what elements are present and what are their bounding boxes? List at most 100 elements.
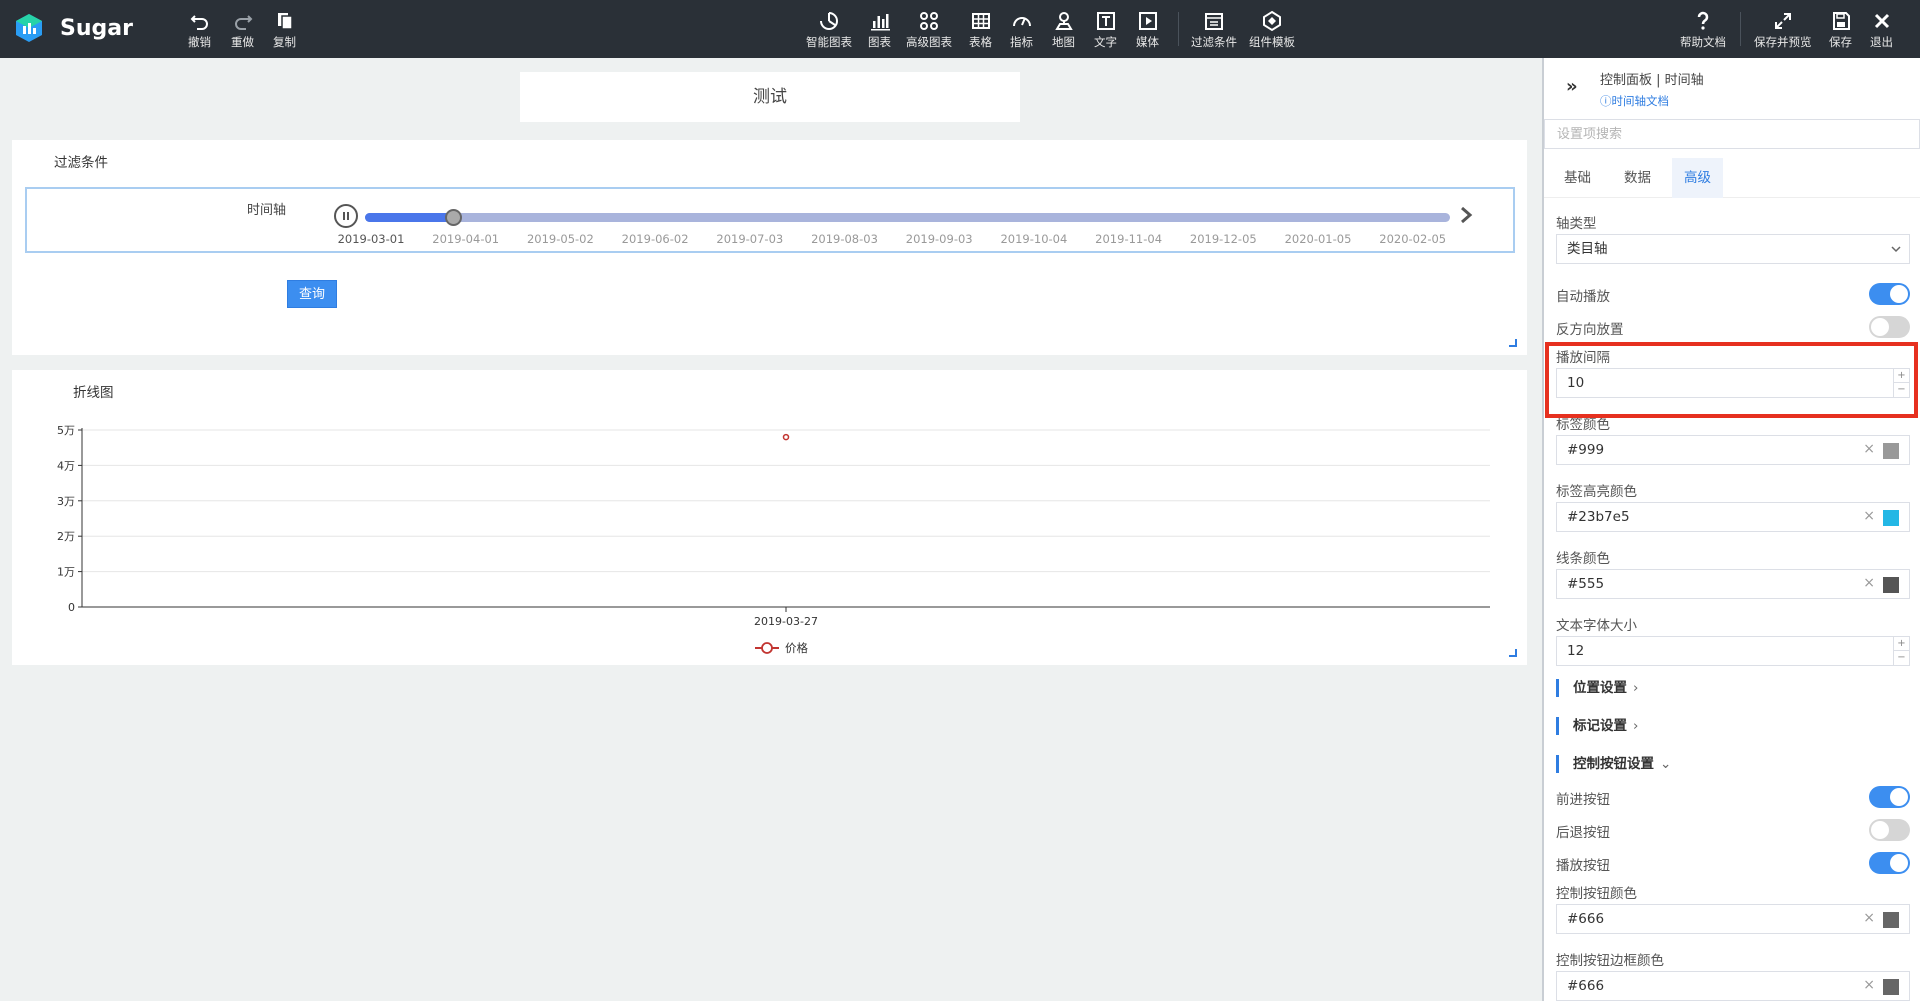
marker-settings-section[interactable]: 标记设置 › — [1556, 717, 1638, 735]
control-border-color-input[interactable] — [1557, 972, 1847, 1000]
timeline-tick-label[interactable]: 2020-01-05 — [1285, 232, 1352, 246]
control-color-swatch[interactable] — [1883, 912, 1899, 928]
line-color-swatch[interactable] — [1883, 577, 1899, 593]
resize-handle[interactable] — [1509, 339, 1517, 347]
top-toolbar: Sugar 撤销 重做 复制 智能图表 图表 高级图表 表格 指标 地图 文字 — [0, 0, 1920, 58]
save-button[interactable]: 保存 — [1829, 10, 1852, 50]
label-color-swatch[interactable] — [1883, 443, 1899, 459]
expand-icon — [1774, 13, 1791, 29]
y-tick-label: 5万 — [57, 424, 75, 437]
clear-icon[interactable]: × — [1863, 575, 1875, 591]
backward-button-label: 后退按钮 — [1556, 825, 1610, 841]
text-button[interactable]: 文字 — [1094, 10, 1117, 50]
label-highlight-color-input[interactable] — [1557, 503, 1847, 531]
timeline-tick-label[interactable]: 2019-10-04 — [1000, 232, 1067, 246]
axis-type-value: 类目轴 — [1567, 241, 1608, 257]
clear-icon[interactable]: × — [1863, 441, 1875, 457]
filter-card[interactable]: 过滤条件 时间轴 2019-03-01 2019-04-01 2019-05-02 2… — [12, 140, 1527, 355]
resize-handle[interactable] — [1509, 649, 1517, 657]
undo-button[interactable]: 撤销 — [188, 10, 211, 50]
position-settings-label: 位置设置 — [1573, 680, 1627, 696]
template-button[interactable]: 组件模板 — [1249, 10, 1295, 50]
label-highlight-color-field[interactable]: × — [1556, 502, 1910, 532]
next-arrow-icon[interactable] — [1459, 206, 1473, 224]
timeline-tick-label[interactable]: 2019-06-02 — [622, 232, 689, 246]
clear-icon[interactable]: × — [1863, 977, 1875, 993]
label-color-field[interactable]: × — [1556, 435, 1910, 465]
metric-label: 指标 — [1010, 35, 1033, 49]
autoplay-toggle[interactable] — [1869, 283, 1910, 305]
pause-button[interactable] — [334, 204, 358, 228]
forward-button-toggle[interactable] — [1869, 786, 1910, 808]
filter-icon — [1205, 13, 1223, 30]
media-button[interactable]: 媒体 — [1136, 10, 1159, 50]
metric-button[interactable]: 指标 — [1010, 10, 1033, 50]
clear-icon[interactable]: × — [1863, 910, 1875, 926]
settings-search-input[interactable] — [1544, 119, 1920, 149]
backward-button-toggle[interactable] — [1869, 819, 1910, 841]
control-settings-section[interactable]: 控制按钮设置 ⌄ — [1556, 755, 1671, 773]
help-label: 帮助文档 — [1680, 35, 1726, 49]
toolbar-divider — [1740, 12, 1741, 46]
tab-data[interactable]: 数据 — [1612, 158, 1663, 198]
tab-advanced[interactable]: 高级 — [1672, 158, 1723, 198]
position-settings-section[interactable]: 位置设置 › — [1556, 679, 1638, 697]
filter-button[interactable]: 过滤条件 — [1191, 10, 1237, 50]
font-size-input[interactable] — [1557, 637, 1847, 665]
line-color-field[interactable]: × — [1556, 569, 1910, 599]
timeline-tick-label[interactable]: 2019-11-04 — [1095, 232, 1162, 246]
smart-chart-button[interactable]: 智能图表 — [806, 10, 852, 50]
control-color-input[interactable] — [1557, 905, 1847, 933]
label-color-input[interactable] — [1557, 436, 1847, 464]
line-color-input[interactable] — [1557, 570, 1847, 598]
timeline-tick-label[interactable]: 2019-05-02 — [527, 232, 594, 246]
tab-basic[interactable]: 基础 — [1552, 158, 1603, 198]
copy-icon — [277, 13, 293, 30]
timeline-tick-label[interactable]: 2019-04-01 — [432, 232, 499, 246]
control-border-color-label: 控制按钮边框颜色 — [1556, 953, 1664, 969]
page-title[interactable]: 测试 — [520, 72, 1020, 122]
font-size-field[interactable]: +− — [1556, 636, 1910, 666]
font-size-stepper[interactable]: + − — [1893, 637, 1909, 665]
collapse-panel-icon[interactable]: » — [1566, 76, 1578, 97]
timeline-track[interactable] — [365, 209, 1450, 226]
clear-icon[interactable]: × — [1863, 508, 1875, 524]
reverse-toggle[interactable] — [1869, 316, 1910, 338]
timeline-tick-label[interactable]: 2020-02-05 — [1379, 232, 1446, 246]
timeline-tick-label[interactable]: 2019-12-05 — [1190, 232, 1257, 246]
control-border-color-field[interactable]: × — [1556, 971, 1910, 1001]
redo-label: 重做 — [231, 35, 254, 49]
line-chart-card[interactable]: 折线图 0 1万 2万 3万 4万 5万 2019-03-27 价格 — [12, 370, 1527, 665]
play-button-toggle[interactable] — [1869, 852, 1910, 874]
label-highlight-color-label: 标签高亮颜色 — [1556, 484, 1637, 500]
timeline-tick-label[interactable]: 2019-08-03 — [811, 232, 878, 246]
timeline-doc-link-text[interactable]: 时间轴文档 — [1612, 94, 1670, 108]
sugar-logo-icon — [16, 14, 42, 42]
timeline-doc-link[interactable]: ⓘ时间轴文档 — [1600, 93, 1669, 109]
exit-button[interactable]: 退出 — [1870, 10, 1893, 50]
media-label: 媒体 — [1136, 35, 1159, 49]
control-border-color-swatch[interactable] — [1883, 979, 1899, 995]
copy-button[interactable]: 复制 — [273, 10, 296, 50]
chevron-down-icon — [1891, 246, 1901, 253]
help-button[interactable]: 帮助文档 — [1680, 10, 1726, 50]
timeline-tick-label[interactable]: 2019-07-03 — [716, 232, 783, 246]
chart-label: 图表 — [868, 35, 891, 49]
save-preview-button[interactable]: 保存并预览 — [1754, 10, 1812, 50]
advanced-chart-button[interactable]: 高级图表 — [906, 10, 952, 50]
timeline-handle[interactable] — [444, 209, 462, 226]
chart-button[interactable]: 图表 — [868, 10, 891, 50]
control-color-field[interactable]: × — [1556, 904, 1910, 934]
y-tick-label: 0 — [68, 601, 75, 614]
redo-button[interactable]: 重做 — [231, 10, 254, 50]
axis-type-select[interactable]: 类目轴 — [1556, 234, 1910, 264]
timeline-tick-label[interactable]: 2019-03-01 — [338, 232, 405, 246]
table-button[interactable]: 表格 — [969, 10, 992, 50]
undo-icon — [190, 15, 208, 30]
map-button[interactable]: 地图 — [1052, 10, 1075, 50]
timeline-filter[interactable]: 时间轴 2019-03-01 2019-04-01 2019-05-02 2019-0… — [25, 187, 1515, 253]
timeline-tick-label[interactable]: 2019-09-03 — [906, 232, 973, 246]
y-tick-label: 1万 — [57, 566, 75, 579]
query-button[interactable]: 查询 — [287, 280, 337, 308]
label-highlight-color-swatch[interactable] — [1883, 510, 1899, 526]
